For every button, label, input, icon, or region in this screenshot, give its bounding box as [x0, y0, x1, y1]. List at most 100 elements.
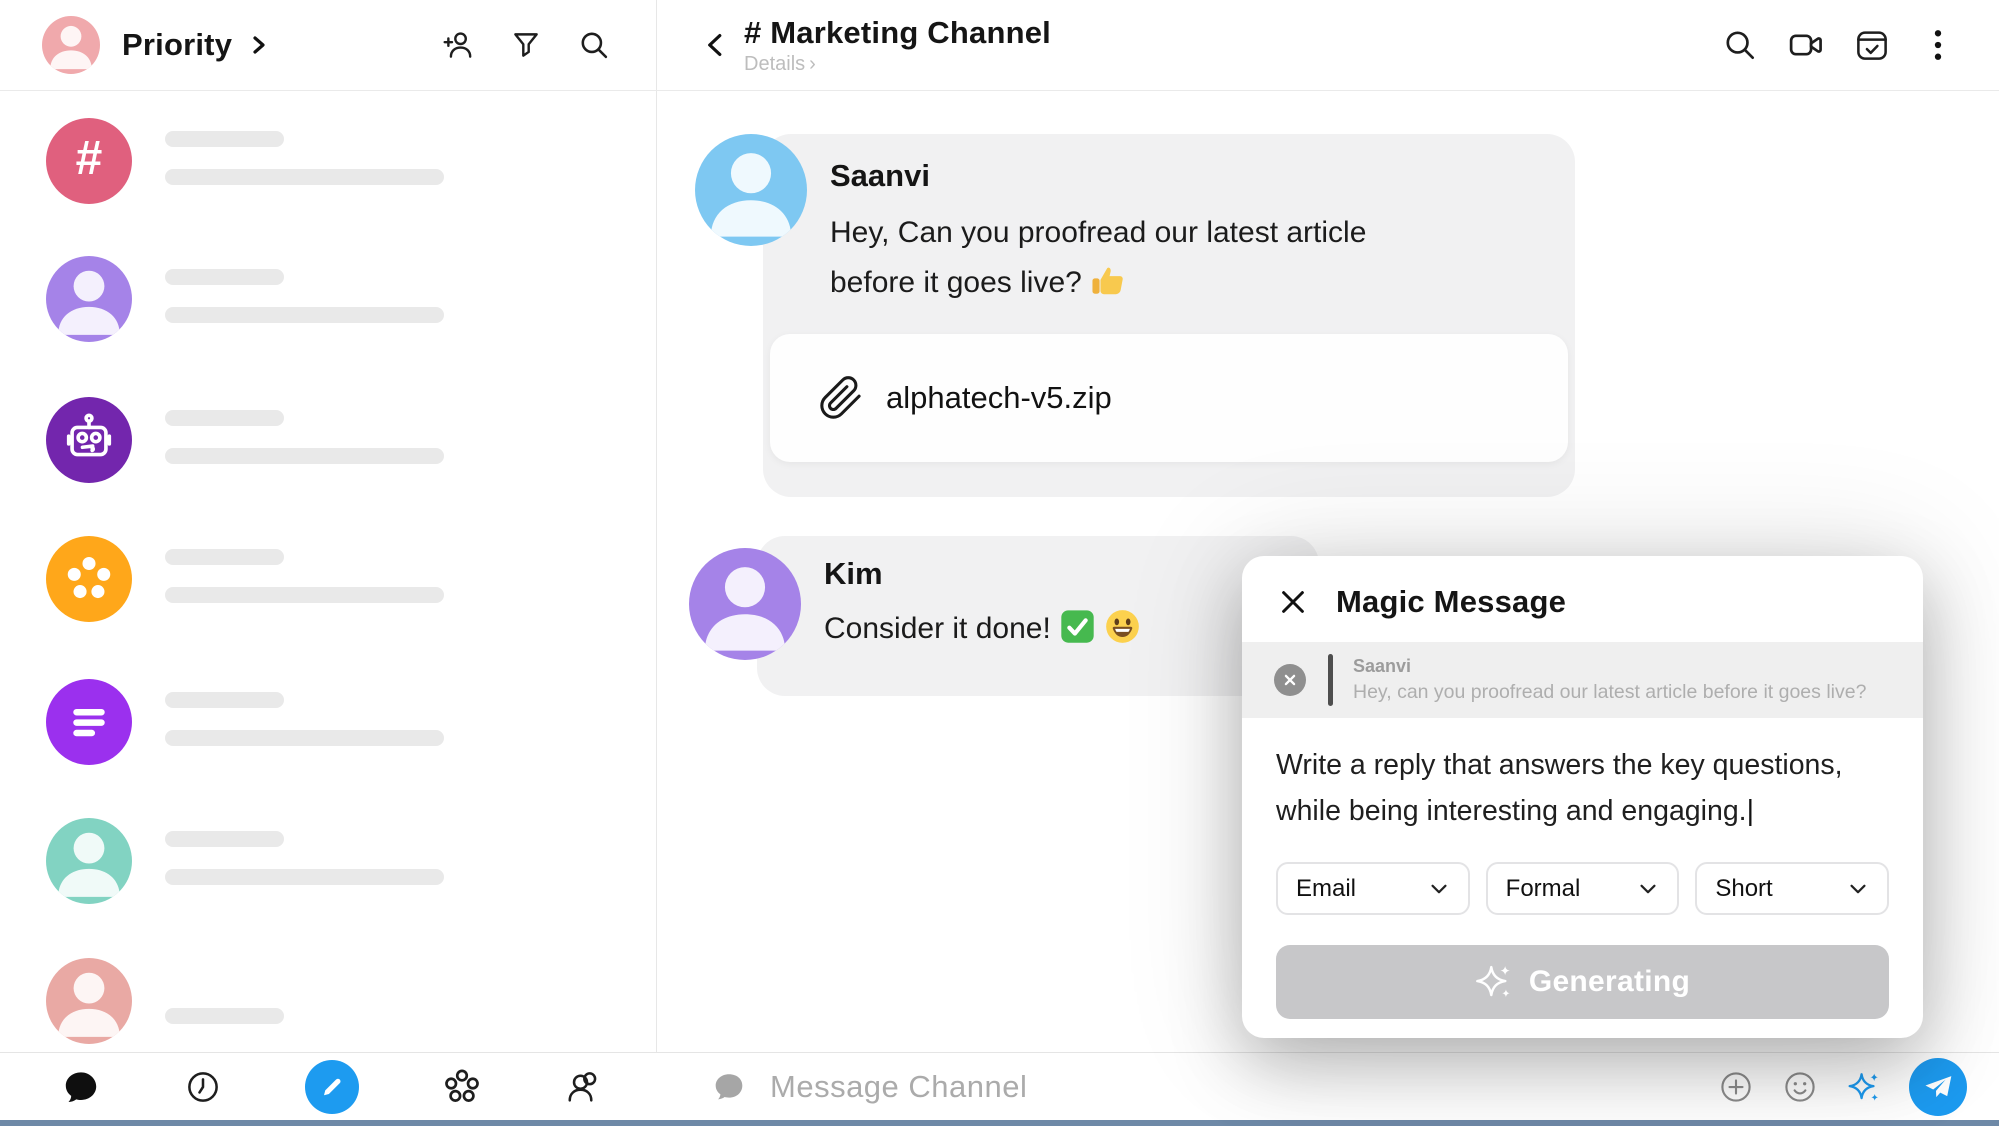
message-avatar-kim[interactable]	[689, 548, 801, 660]
sidebar-item-notes[interactable]	[0, 679, 657, 765]
person-silhouette-icon	[695, 134, 807, 246]
more-menu-icon[interactable]	[1919, 26, 1957, 64]
send-plane-icon	[1922, 1071, 1954, 1103]
sidebar-item-user[interactable]	[0, 256, 657, 342]
message-text: Hey, Can you proofread our latest articl…	[830, 208, 1430, 308]
video-call-icon[interactable]	[1787, 26, 1825, 64]
message-bubble: Saanvi Hey, Can you proofread our latest…	[763, 134, 1575, 497]
bottom-strip	[0, 1120, 1999, 1126]
person-silhouette-icon	[46, 958, 132, 1044]
channel-title: # Marketing Channel	[744, 15, 1051, 51]
text-cursor: |	[1747, 795, 1754, 827]
placeholder-bar	[165, 169, 444, 185]
placeholder-bar	[165, 448, 444, 464]
sidebar-item-avatar: #	[46, 118, 132, 204]
sidebar-item-avatar	[46, 958, 132, 1044]
magic-sparkle-icon[interactable]	[1845, 1068, 1883, 1106]
person-silhouette-icon	[46, 818, 132, 904]
sidebar-item-user[interactable]	[0, 958, 657, 1044]
emoji-smile-icon[interactable]	[1781, 1068, 1819, 1106]
placeholder-bar	[165, 692, 284, 708]
placeholder-bar	[165, 831, 284, 847]
chat-filled-icon[interactable]	[62, 1068, 100, 1106]
search-icon[interactable]	[575, 26, 613, 64]
quoted-message: Saanvi Hey, can you proofread our latest…	[1242, 642, 1923, 718]
placeholder-bar	[165, 730, 444, 746]
chevron-right-icon[interactable]	[246, 33, 270, 57]
message-avatar-saanvi[interactable]	[695, 134, 807, 246]
chevron-down-icon	[1847, 878, 1869, 900]
sidebar-item-user[interactable]	[0, 818, 657, 904]
chevron-down-icon	[1428, 878, 1450, 900]
paperclip-icon	[818, 375, 864, 421]
remove-quote-icon[interactable]	[1274, 664, 1306, 696]
plus-circle-icon[interactable]	[1717, 1068, 1755, 1106]
magic-message-popup: Magic Message Saanvi Hey, can you proofr…	[1242, 556, 1923, 1038]
filter-icon[interactable]	[507, 26, 545, 64]
placeholder-bar	[165, 307, 444, 323]
attachment-filename: alphatech-v5.zip	[886, 380, 1112, 416]
quote-text: Hey, can you proofread our latest articl…	[1353, 681, 1866, 704]
option-dropdowns: Email Formal Short	[1276, 862, 1889, 915]
sidebar-toolbar	[0, 1053, 657, 1120]
person-silhouette-icon	[42, 16, 100, 74]
sidebar-title: Priority	[122, 27, 232, 63]
placeholder-bar	[165, 549, 284, 565]
dropdown-format[interactable]: Email	[1276, 862, 1470, 915]
message-bubble: Kim Consider it done!	[757, 536, 1319, 696]
recents-clock-icon[interactable]	[184, 1068, 222, 1106]
sidebar-item-channel[interactable]: #	[0, 118, 657, 204]
channel-details-link[interactable]: Details›	[744, 53, 1051, 76]
placeholder-bar	[165, 869, 444, 885]
check-mark-emoji	[1059, 608, 1096, 645]
chevron-down-icon	[1637, 878, 1659, 900]
grinning-face-emoji	[1104, 608, 1141, 645]
sidebar-item-avatar	[46, 397, 132, 483]
text-lines-icon	[60, 693, 118, 751]
sparkle-icon	[1475, 963, 1513, 1001]
magic-popup-title: Magic Message	[1336, 584, 1566, 620]
flower-icon	[60, 550, 118, 608]
user-avatar[interactable]	[42, 16, 100, 74]
placeholder-bar	[165, 587, 444, 603]
thumbs-up-emoji	[1090, 262, 1127, 299]
sidebar-item-avatar	[46, 536, 132, 622]
placeholder-bar	[165, 269, 284, 285]
search-icon[interactable]	[1721, 26, 1759, 64]
back-icon[interactable]	[696, 22, 736, 68]
sidebar-item-bot[interactable]	[0, 397, 657, 483]
contacts-icon[interactable]	[565, 1068, 603, 1106]
dropdown-tone[interactable]: Formal	[1486, 862, 1680, 915]
robot-icon	[60, 411, 118, 469]
dropdown-length[interactable]: Short	[1695, 862, 1889, 915]
placeholder-bar	[165, 1008, 284, 1024]
sidebar-item-avatar	[46, 256, 132, 342]
composer-bar: Message Channel	[658, 1053, 1999, 1120]
close-icon[interactable]	[1276, 585, 1310, 619]
channel-header: # Marketing Channel Details›	[658, 0, 1999, 90]
magic-popup-header: Magic Message	[1242, 556, 1923, 642]
message-input[interactable]: Message Channel	[770, 1069, 1717, 1105]
person-silhouette-icon	[46, 256, 132, 342]
attachment-card[interactable]: alphatech-v5.zip	[770, 334, 1568, 462]
sidebar: Priority #	[0, 0, 657, 1126]
message-author: Kim	[824, 556, 883, 592]
message-author: Saanvi	[830, 158, 930, 194]
add-person-icon[interactable]	[439, 26, 477, 64]
apps-icon[interactable]	[443, 1068, 481, 1106]
app-window: Priority #	[0, 0, 1999, 1126]
person-silhouette-icon	[689, 548, 801, 660]
hash-icon: #	[76, 135, 103, 183]
header-divider	[0, 90, 1999, 91]
prompt-input[interactable]: Write a reply that answers the key quest…	[1276, 742, 1882, 834]
chevron-small-icon: ›	[809, 53, 816, 76]
tasks-icon[interactable]	[1853, 26, 1891, 64]
sidebar-item-app[interactable]	[0, 536, 657, 622]
quote-author: Saanvi	[1353, 656, 1866, 677]
send-button[interactable]	[1909, 1058, 1967, 1116]
generating-button[interactable]: Generating	[1276, 945, 1889, 1019]
compose-button[interactable]	[305, 1060, 359, 1114]
placeholder-bar	[165, 410, 284, 426]
placeholder-bar	[165, 131, 284, 147]
sidebar-header: Priority	[0, 0, 657, 90]
